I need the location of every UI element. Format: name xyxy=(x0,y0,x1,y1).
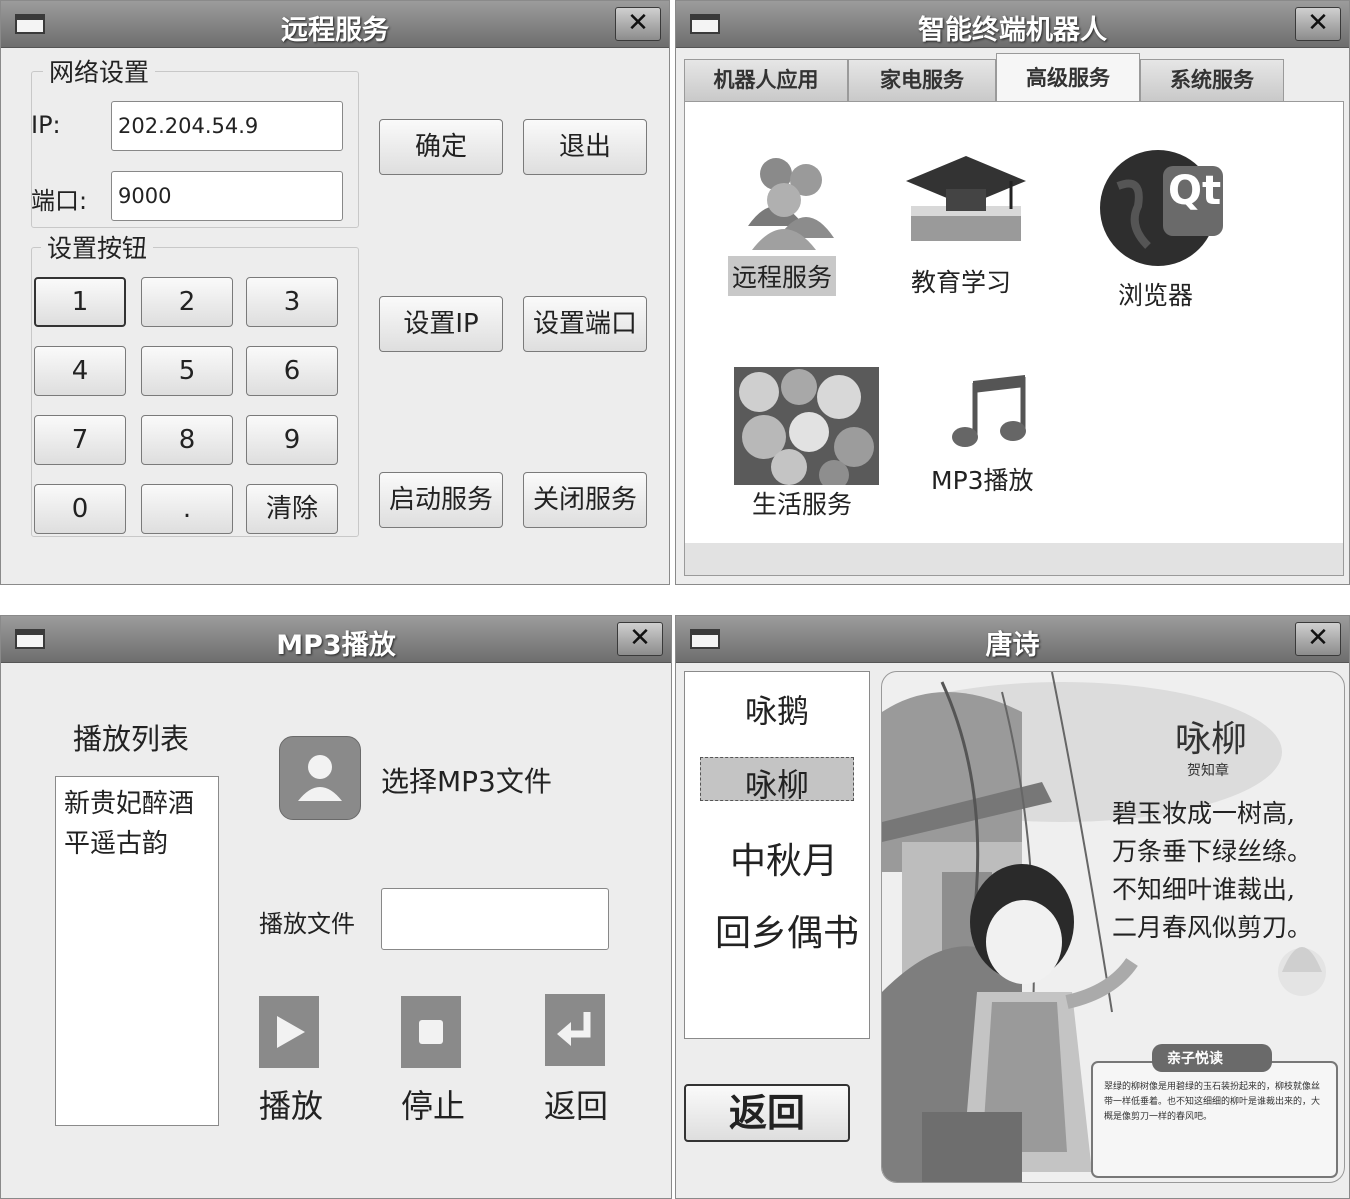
panel-bottom-strip xyxy=(685,543,1343,575)
key-0[interactable]: 0 xyxy=(34,484,126,534)
list-item[interactable]: 新贵妃醉酒 xyxy=(64,783,194,820)
list-item[interactable]: 平遥古韵 xyxy=(64,823,168,860)
window-menu-icon[interactable] xyxy=(15,629,45,649)
key-4[interactable]: 4 xyxy=(34,346,126,396)
title-bar[interactable]: 智能终端机器人 ✕ xyxy=(676,1,1349,48)
close-icon[interactable]: ✕ xyxy=(1295,7,1341,41)
tab-robot-apps[interactable]: 机器人应用 xyxy=(684,59,848,101)
stop-button[interactable] xyxy=(401,996,461,1068)
title-bar[interactable]: MP3播放 ✕ xyxy=(1,616,671,663)
window-title: 智能终端机器人 xyxy=(918,15,1107,46)
window-menu-icon[interactable] xyxy=(15,14,45,34)
app-remote-service[interactable]: 远程服务 xyxy=(726,141,851,301)
set-port-button[interactable]: 设置端口 xyxy=(523,296,647,352)
key-2[interactable]: 2 xyxy=(141,277,233,327)
app-label: 生活服务 xyxy=(752,490,853,519)
reading-note-text: 翠绿的柳树像是用碧绿的玉石装扮起来的，柳枝就像丝带一样低垂着。也不知这细细的柳叶… xyxy=(1104,1082,1321,1122)
list-item[interactable]: 回乡偶书 xyxy=(715,904,859,956)
poem-listbox[interactable]: 咏鹅 咏柳 中秋月 回乡偶书 xyxy=(684,671,870,1039)
app-mp3-player[interactable]: MP3播放 xyxy=(931,371,1061,501)
poem-line-4: 二月春风似剪刀。 xyxy=(1112,913,1313,942)
window-title: 唐诗 xyxy=(985,630,1040,661)
return-button[interactable] xyxy=(545,994,605,1066)
poem-author: 贺知章 xyxy=(1187,763,1229,779)
play-button[interactable] xyxy=(259,996,319,1068)
key-clear[interactable]: 清除 xyxy=(246,484,338,534)
window-title: 远程服务 xyxy=(281,15,389,46)
ip-input[interactable]: 202.204.54.9 xyxy=(111,101,343,151)
title-bar[interactable]: 唐诗 ✕ xyxy=(676,616,1349,663)
app-label: MP3播放 xyxy=(931,466,1034,495)
select-file-button[interactable] xyxy=(279,736,361,820)
playlist-label: 播放列表 xyxy=(73,722,190,756)
robot-terminal-window: 智能终端机器人 ✕ 机器人应用 家电服务 高级服务 系统服务 远程服务 教育学习 xyxy=(675,0,1350,585)
graduation-cap-icon xyxy=(906,156,1026,241)
tab-system-service[interactable]: 系统服务 xyxy=(1140,59,1284,101)
title-bar[interactable]: 远程服务 ✕ xyxy=(1,1,669,48)
set-ip-button[interactable]: 设置IP xyxy=(379,296,503,352)
tang-poems-window: 唐诗 ✕ 咏鹅 咏柳 中秋月 回乡偶书 返回 咏柳 贺知章 碧玉妆成一树高, 万… xyxy=(675,615,1350,1199)
close-icon[interactable]: ✕ xyxy=(617,622,663,656)
stop-service-button[interactable]: 关闭服务 xyxy=(523,472,647,528)
mp3-player-window: MP3播放 ✕ 播放列表 新贵妃醉酒 平遥古韵 选择MP3文件 播放文件 播放 … xyxy=(0,615,672,1199)
music-note-icon xyxy=(952,375,1026,447)
select-file-label: 选择MP3文件 xyxy=(381,765,552,798)
close-icon[interactable]: ✕ xyxy=(1295,622,1341,656)
window-menu-icon[interactable] xyxy=(690,14,720,34)
app-label: 远程服务 xyxy=(728,256,837,296)
keypad-group-label: 设置按钮 xyxy=(41,229,154,265)
list-item[interactable]: 中秋月 xyxy=(730,832,838,884)
close-icon[interactable]: ✕ xyxy=(615,7,661,41)
play-label: 播放 xyxy=(259,1087,324,1125)
poem-line-1: 碧玉妆成一树高, xyxy=(1112,799,1295,828)
start-service-button[interactable]: 启动服务 xyxy=(379,472,503,528)
tab-appliance-service[interactable]: 家电服务 xyxy=(848,59,996,101)
exit-button[interactable]: 退出 xyxy=(523,119,647,175)
playlist-listbox[interactable]: 新贵妃醉酒 平遥古韵 xyxy=(55,776,219,1126)
users-icon xyxy=(748,158,834,250)
poem-line-3: 不知细叶谁裁出, xyxy=(1112,875,1295,904)
port-input[interactable]: 9000 xyxy=(111,171,343,221)
tab-advanced-service[interactable]: 高级服务 xyxy=(996,53,1140,103)
key-1[interactable]: 1 xyxy=(34,277,126,327)
window-title: MP3播放 xyxy=(276,630,396,661)
key-7[interactable]: 7 xyxy=(34,415,126,465)
stop-label: 停止 xyxy=(401,1087,466,1125)
ip-label: IP: xyxy=(31,111,61,139)
app-education[interactable]: 教育学习 xyxy=(901,151,1041,301)
key-3[interactable]: 3 xyxy=(246,277,338,327)
key-8[interactable]: 8 xyxy=(141,415,233,465)
file-label: 播放文件 xyxy=(259,910,355,938)
play-icon xyxy=(277,1016,305,1048)
app-life-service[interactable]: 生活服务 xyxy=(734,367,884,527)
fruit-photo-icon xyxy=(734,367,879,485)
poem-title: 咏柳 xyxy=(1175,719,1248,760)
key-dot[interactable]: . xyxy=(141,484,233,534)
app-label: 教育学习 xyxy=(911,268,1012,297)
port-label: 端口: xyxy=(31,187,88,215)
back-button[interactable]: 返回 xyxy=(684,1084,850,1142)
user-icon xyxy=(298,755,342,801)
key-9[interactable]: 9 xyxy=(246,415,338,465)
file-input[interactable] xyxy=(381,888,609,950)
key-6[interactable]: 6 xyxy=(246,346,338,396)
poem-line-2: 万条垂下绿丝绦。 xyxy=(1112,837,1313,866)
stop-icon xyxy=(419,1020,443,1044)
key-5[interactable]: 5 xyxy=(141,346,233,396)
network-settings-label: 网络设置 xyxy=(43,53,156,89)
return-arrow-icon xyxy=(557,1012,591,1046)
list-item[interactable]: 咏柳 xyxy=(745,760,809,806)
list-item[interactable]: 咏鹅 xyxy=(745,686,809,732)
reading-note-title: 亲子悦读 xyxy=(1167,1051,1223,1067)
remote-service-window: 远程服务 ✕ 网络设置 IP: 202.204.54.9 端口: 9000 设置… xyxy=(0,0,670,585)
window-menu-icon[interactable] xyxy=(690,629,720,649)
app-label: 浏览器 xyxy=(1118,281,1194,310)
qt-logo-text: Qt xyxy=(1168,168,1222,214)
confirm-button[interactable]: 确定 xyxy=(379,119,503,175)
poem-illustration-panel: 咏柳 贺知章 碧玉妆成一树高, 万条垂下绿丝绦。 不知细叶谁裁出, 二月春风似剪… xyxy=(881,671,1345,1183)
app-browser[interactable]: Qt 浏览器 xyxy=(1096,146,1236,316)
return-label: 返回 xyxy=(544,1087,609,1125)
